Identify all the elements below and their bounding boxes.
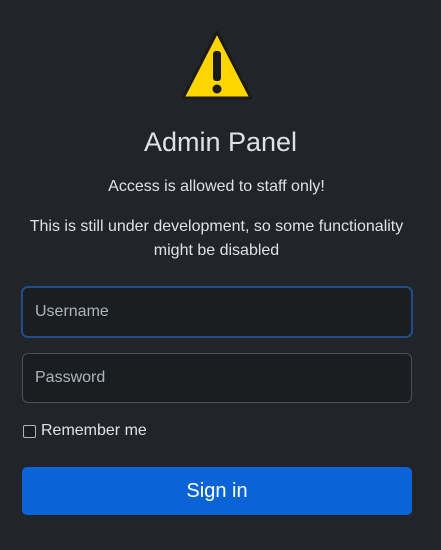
remember-me-checkbox[interactable] [23, 424, 36, 438]
remember-me-label: Remember me [41, 422, 147, 439]
sign-in-button[interactable]: Sign in [22, 467, 412, 515]
remember-me-row[interactable]: Remember me [23, 420, 147, 442]
development-notice: This is still under development, so some… [29, 218, 404, 259]
access-notice: Access is allowed to staff only! [108, 178, 325, 195]
password-input[interactable] [22, 353, 412, 403]
page-title: Admin Panel [143, 127, 298, 157]
login-page: Admin Panel Access is allowed to staff o… [0, 0, 441, 550]
username-input[interactable] [22, 287, 412, 337]
warning-icon [181, 30, 253, 100]
